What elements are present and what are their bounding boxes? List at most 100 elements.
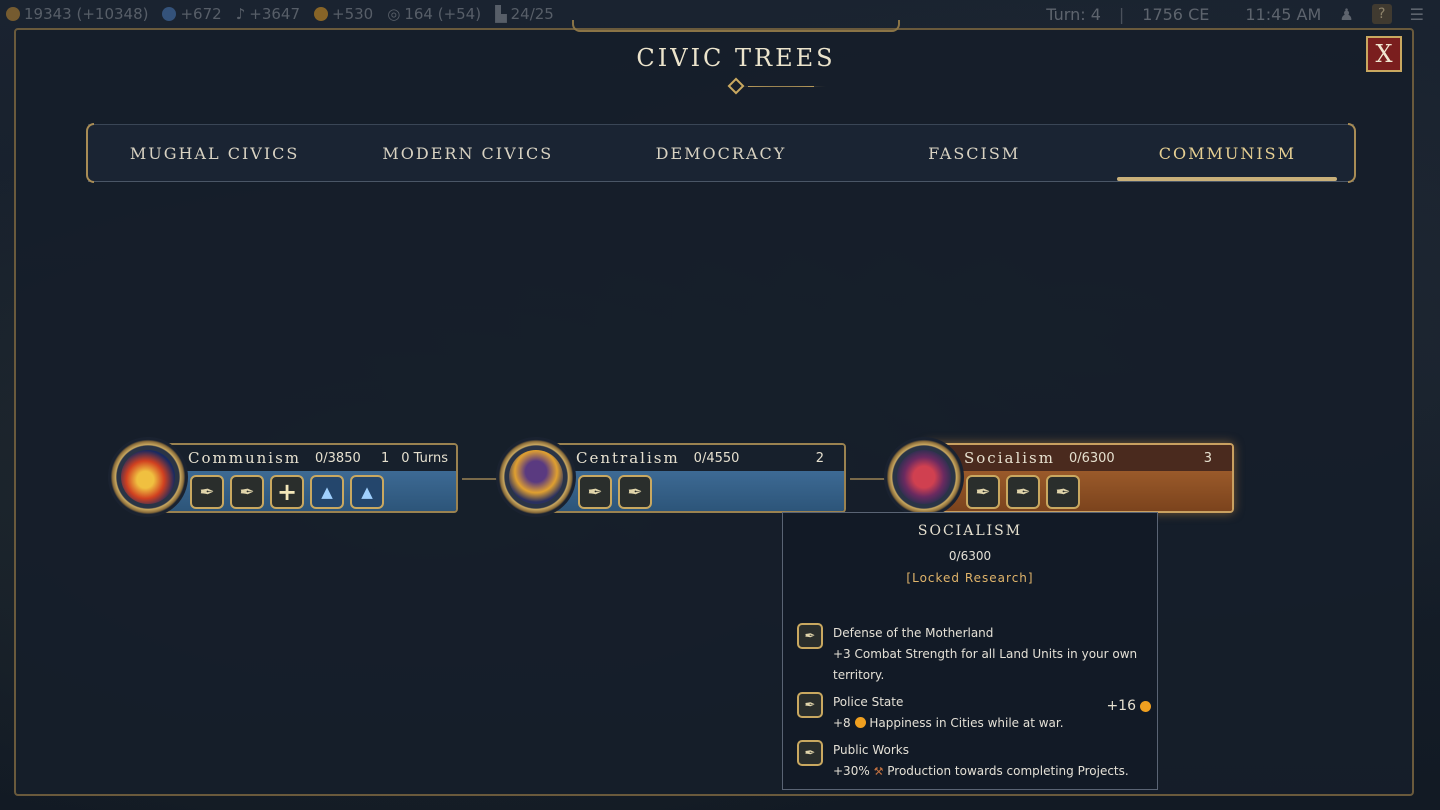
centralism-emblem-icon <box>509 450 563 504</box>
tooltip-item: ✒ Defense of the Motherland +3 Combat St… <box>797 623 1143 686</box>
civic-unlocks: ✒ ✒ <box>538 471 844 511</box>
production-value: 24/25 <box>510 5 554 23</box>
influence-resource: ◎ 164 (+54) <box>387 5 481 23</box>
tab-communism[interactable]: COMMUNISM <box>1117 126 1338 181</box>
year-display: 1756 CE <box>1142 4 1210 24</box>
civic-name: Centralism <box>576 449 680 467</box>
policy-quill-icon[interactable]: ✒ <box>966 475 1000 509</box>
advisor-icon[interactable]: ♟ <box>1339 5 1353 24</box>
tooltip-unlock-list: ✒ Defense of the Motherland +3 Combat St… <box>797 623 1151 782</box>
communism-emblem-icon <box>121 450 175 504</box>
turn-info: Turn: 4 | 1756 CE 11:45 AM ♟ ? ☰ <box>1046 0 1440 28</box>
civic-medallion <box>108 437 188 517</box>
civic-tooltip: SOCIALISM 0/6300 [Locked Research] ✒ Def… <box>782 512 1158 790</box>
civic-name: Socialism <box>964 449 1055 467</box>
science-value: +672 <box>180 5 222 23</box>
gold-resource: 19343 (+10348) <box>6 5 148 23</box>
desc-text: Production towards completing Projects. <box>887 764 1129 778</box>
civic-tier: 1 <box>380 450 390 466</box>
civic-trees-dialog: CIVIC TREES X MUGHAL CIVICS MODERN CIVIC… <box>14 20 1414 796</box>
clock-display: 11:45 AM <box>1245 4 1322 24</box>
gold-value: 19343 (+10348) <box>24 5 149 23</box>
policy-quill-icon[interactable]: ✒ <box>190 475 224 509</box>
production-resource: ▙ 24/25 <box>495 5 554 23</box>
civic-node-communism[interactable]: Communism 0/3850 1 0 Turns ✒ ✒ + ▲ ▲ <box>108 437 468 517</box>
civic-unlocks: ✒ ✒ + ▲ ▲ <box>150 471 456 511</box>
civic-name: Communism <box>188 449 301 467</box>
happiness-icon <box>314 7 329 21</box>
tooltip-item-text: Defense of the Motherland +3 Combat Stre… <box>833 623 1143 686</box>
tooltip-item: ✒ Public Works +30% ⚒ Production towards… <box>797 740 1143 782</box>
title-ornament <box>646 77 826 95</box>
ornament-line-right <box>748 86 826 87</box>
ornament-gem-icon <box>727 77 745 95</box>
policy-quill-icon: ✒ <box>797 623 823 649</box>
policy-quill-icon: ✒ <box>797 692 823 718</box>
policy-quill-icon[interactable]: ✒ <box>618 475 652 509</box>
policy-quill-icon[interactable]: ✒ <box>1006 475 1040 509</box>
happiness-icon <box>854 717 866 728</box>
civic-header: Communism 0/3850 1 0 Turns <box>150 445 456 471</box>
city-icon: ▙ <box>495 5 507 23</box>
civic-node-centralism[interactable]: Centralism 0/4550 2 ✒ ✒ <box>496 437 856 517</box>
tab-modern-civics[interactable]: MODERN CIVICS <box>358 126 578 181</box>
divider: | <box>1118 4 1125 24</box>
tooltip-item-name: Public Works <box>833 743 909 757</box>
tooltip-item-desc: +8 Happiness in Cities while at war. <box>833 713 1064 734</box>
policy-quill-icon[interactable]: ✒ <box>578 475 612 509</box>
policy-quill-icon[interactable]: ✒ <box>1046 475 1080 509</box>
tooltip-item-name: Police State <box>833 695 904 709</box>
title-frame-ornament <box>572 20 900 32</box>
building-icon[interactable]: ▲ <box>350 475 384 509</box>
dialog-header: CIVIC TREES <box>586 38 886 95</box>
happiness-icon <box>1140 700 1151 712</box>
science-resource: +672 <box>162 5 222 23</box>
tooltip-item-desc: +30% ⚒ Production towards completing Pro… <box>833 761 1129 782</box>
tab-mughal-civics[interactable]: MUGHAL CIVICS <box>105 126 325 181</box>
gold-icon <box>6 7 20 21</box>
desc-value: +8 <box>833 716 851 730</box>
civic-bar: Socialism 0/6300 3 ✒ ✒ ✒ <box>924 443 1234 513</box>
building-icon[interactable]: ▲ <box>310 475 344 509</box>
help-button[interactable]: ? <box>1371 4 1392 24</box>
desc-text: Happiness in Cities while at war. <box>869 716 1064 730</box>
menu-icon[interactable]: ☰ <box>1410 5 1424 24</box>
globe-icon: ◎ <box>387 5 401 23</box>
close-button[interactable]: X <box>1366 36 1402 72</box>
civic-header: Centralism 0/4550 2 <box>538 445 844 471</box>
tab-fascism[interactable]: FASCISM <box>864 126 1084 181</box>
tooltip-item-name: Defense of the Motherland <box>833 626 994 640</box>
tooltip-item-text: Police State +8 Happiness in Cities whil… <box>833 692 1064 734</box>
music-note-icon: ♪ <box>235 5 246 23</box>
civic-tier: 2 <box>815 450 824 466</box>
civic-unlocks: ✒ ✒ ✒ <box>926 471 1232 511</box>
tab-bar-cap-left <box>86 123 94 183</box>
civic-tabs: MUGHAL CIVICS MODERN CIVICS DEMOCRACY FA… <box>86 123 1356 183</box>
science-icon <box>162 7 177 21</box>
add-slot-icon[interactable]: + <box>270 475 304 509</box>
tooltip-item-text: Public Works +30% ⚒ Production towards c… <box>833 740 1129 782</box>
turn-counter: Turn: 4 <box>1046 4 1101 24</box>
culture-value: +3647 <box>249 5 301 23</box>
dialog-title: CIVIC TREES <box>636 44 836 72</box>
happiness-value: +530 <box>332 5 374 23</box>
civic-node-socialism[interactable]: Socialism 0/6300 3 ✒ ✒ ✒ <box>884 437 1244 517</box>
desc-value: +30% <box>833 764 870 778</box>
civic-bar: Communism 0/3850 1 0 Turns ✒ ✒ + ▲ ▲ <box>148 443 458 513</box>
policy-quill-icon: ✒ <box>797 740 823 766</box>
bonus-value: +16 <box>1106 698 1136 714</box>
socialism-emblem-icon <box>897 450 951 504</box>
tooltip-item-desc: +3 Combat Strength for all Land Units in… <box>833 647 1138 682</box>
tab-bar-cap-right <box>1348 123 1356 183</box>
civic-cost: 0/6300 <box>1068 450 1115 466</box>
hammer-icon: ⚒ <box>873 765 884 778</box>
civic-bar: Centralism 0/4550 2 ✒ ✒ <box>536 443 846 513</box>
civic-turns: 0 Turns <box>401 450 448 466</box>
civic-medallion <box>884 437 964 517</box>
policy-quill-icon[interactable]: ✒ <box>230 475 264 509</box>
tab-democracy[interactable]: DEMOCRACY <box>611 126 831 181</box>
civic-header: Socialism 0/6300 3 <box>926 445 1232 471</box>
civic-medallion <box>496 437 576 517</box>
happiness-resource: +530 <box>314 5 373 23</box>
civic-tier: 3 <box>1203 450 1212 466</box>
